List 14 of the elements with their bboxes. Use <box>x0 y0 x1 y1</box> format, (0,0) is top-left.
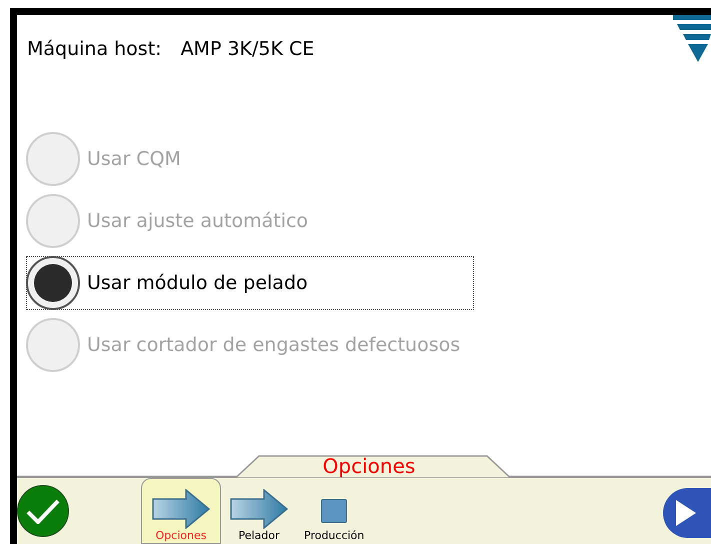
step-tab[interactable]: Pelador <box>223 478 295 544</box>
panel-title: Opciones <box>322 455 416 477</box>
check-icon <box>26 498 60 524</box>
play-button[interactable] <box>663 488 711 538</box>
arrow-icon <box>230 489 288 529</box>
arrow-icon <box>152 489 210 529</box>
square-icon <box>321 499 348 523</box>
step-tab[interactable]: Producción <box>297 478 372 544</box>
host-label: Máquina host: <box>27 37 162 62</box>
host-value: AMP 3K/5K CE <box>180 37 314 62</box>
play-icon <box>676 500 696 526</box>
step-tab[interactable]: Opciones <box>141 478 221 544</box>
option-radio[interactable]: Usar módulo de pelado <box>26 256 474 310</box>
confirm-button[interactable] <box>17 485 69 537</box>
